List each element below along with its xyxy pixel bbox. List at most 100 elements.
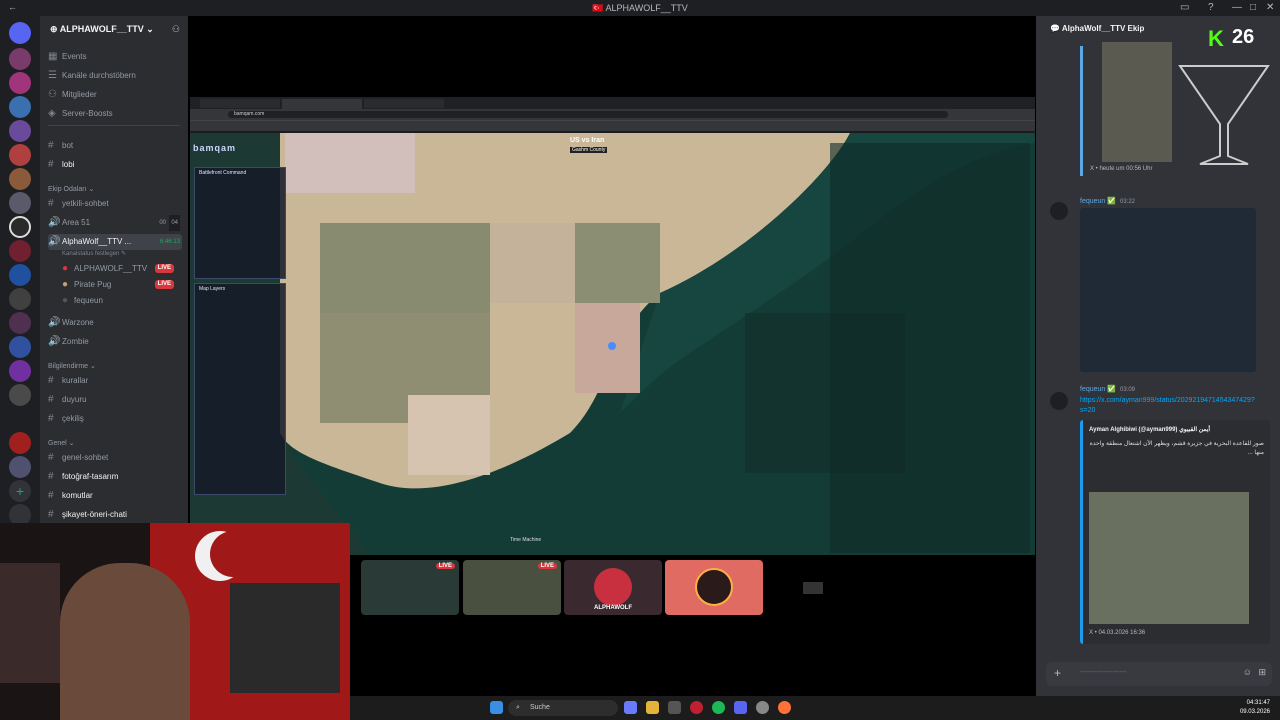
message-author[interactable]: fequeun ✅ 03:22 (1080, 197, 1135, 205)
nav-server-boosts[interactable]: ◈ Server-Boosts (48, 106, 182, 122)
channel-lobi[interactable]: # lobi (48, 157, 182, 173)
server-name-header[interactable]: ⊕ ALPHAWOLF__TTV ⌄ (50, 24, 154, 35)
browser-url-bar[interactable]: bamqam.com (190, 109, 1035, 120)
server-icon[interactable] (9, 240, 31, 262)
minimize-icon[interactable]: — (1232, 2, 1242, 13)
discord-home-icon[interactable] (9, 22, 31, 44)
voice-member[interactable]: ● Pirate Pug LIVE (62, 277, 182, 293)
voice-member[interactable]: ● ALPHAWOLF__TTV LIVE (62, 261, 182, 277)
embed-video[interactable] (1089, 492, 1249, 624)
stream-thumbnail[interactable]: LIVE (463, 560, 561, 615)
map-layers-panel[interactable]: Map Layers (194, 283, 286, 495)
nav-events[interactable]: ▦ Events (48, 49, 182, 65)
help-icon[interactable]: ? (1208, 2, 1214, 13)
inbox-icon[interactable]: ▭ (1180, 2, 1189, 13)
voice-warzone[interactable]: 🔊 Warzone (48, 315, 182, 331)
server-icon[interactable] (9, 168, 31, 190)
channel-bot[interactable]: # bot (48, 138, 182, 154)
command-panel[interactable]: Battlefront Command (194, 167, 286, 279)
site-logo[interactable]: bamqam (193, 143, 236, 153)
channel-duyuru[interactable]: # duyuru (48, 392, 182, 408)
browser-tab[interactable] (364, 99, 444, 108)
server-icon[interactable] (9, 72, 31, 94)
satellite-map[interactable]: bamqam US vs Iran Gashm County Battlefro… (190, 133, 1035, 555)
member-tile[interactable] (665, 560, 763, 615)
add-attachment-icon[interactable]: + (1054, 666, 1061, 680)
close-icon[interactable]: ✕ (1266, 2, 1274, 13)
hash-icon: # (48, 375, 54, 386)
nav-browse-channels[interactable]: ☰ Kanäle durchstöbern (48, 68, 182, 84)
taskbar-search[interactable]: ⌕ Suche (508, 700, 618, 716)
server-icon-active[interactable] (9, 216, 31, 238)
category-genel[interactable]: Genel ⌄ (48, 439, 75, 447)
map-image-attachment[interactable] (1080, 208, 1256, 372)
server-rail: + (0, 16, 40, 526)
category-bilgi[interactable]: Bilgilendirme ⌄ (48, 362, 96, 370)
channel-kurallar[interactable]: # kurallar (48, 373, 182, 389)
server-icon[interactable] (9, 96, 31, 118)
taskbar-clock[interactable]: 04:31:47 09.03.2026 (1240, 699, 1270, 717)
server-icon[interactable] (9, 384, 31, 406)
member-tile[interactable] (767, 560, 865, 615)
server-icon[interactable] (9, 408, 31, 430)
category-ekip[interactable]: Ekip Odaları ⌄ (48, 185, 94, 193)
panel-title: Map Layers (199, 286, 226, 292)
browser-tab-active[interactable] (282, 99, 362, 109)
channel-genel-sohbet[interactable]: # genel-sohbet (48, 450, 182, 466)
video-attachment[interactable] (1102, 42, 1172, 162)
channel-status[interactable]: Kanalstatus festlegen ✎ (62, 250, 126, 257)
app-icon[interactable] (756, 701, 769, 714)
channel-sikayet[interactable]: # şikayet-öneri-chati (48, 507, 182, 523)
windows-taskbar: ⌕ Suche 04:31:47 09.03.2026 (350, 696, 1280, 720)
address-field[interactable]: bamqam.com (228, 111, 948, 118)
server-icon[interactable] (9, 288, 31, 310)
time-machine-label[interactable]: Time Machine (510, 537, 541, 543)
server-icon[interactable] (9, 312, 31, 334)
embed-author[interactable]: Ayman Alghibiwi (@ayman999) أيمن القبيوي (1089, 426, 1210, 433)
message-author[interactable]: fequeun ✅ 03:09 (1080, 385, 1135, 393)
maximize-icon[interactable]: □ (1250, 2, 1256, 13)
browser-tab[interactable] (200, 99, 280, 108)
firefox-icon[interactable] (778, 701, 791, 714)
server-icon[interactable] (9, 144, 31, 166)
server-icon[interactable] (9, 120, 31, 142)
server-icon[interactable] (9, 264, 31, 286)
discord-icon[interactable] (734, 701, 747, 714)
server-icon[interactable] (9, 336, 31, 358)
message-link[interactable]: https://x.com/ayman999/status/2029219471… (1080, 396, 1258, 416)
server-icon[interactable] (9, 48, 31, 70)
voice-alphawolf-active[interactable]: 🔊 AlphaWolf__TTV ... 6:46:13 (48, 234, 182, 250)
voice-area-51[interactable]: 🔊 Area 51 00 04 (48, 215, 182, 231)
apps-icon[interactable]: ⊞ (1258, 667, 1266, 678)
add-member-icon[interactable]: ⚇ (172, 24, 180, 35)
channel-cekilis[interactable]: # çekiliş (48, 411, 182, 427)
opera-icon[interactable] (690, 701, 703, 714)
voice-member[interactable]: ● fequeun (62, 293, 182, 309)
add-server-icon[interactable]: + (9, 480, 31, 502)
start-icon[interactable] (490, 701, 503, 714)
nav-members[interactable]: ⚇ Mitglieder (48, 87, 182, 103)
channel-yetkili-sohbet[interactable]: # yetkili-sohbet (48, 196, 182, 212)
message-input[interactable]: + -------------------- ☺ ⊞ (1046, 662, 1272, 686)
explorer-icon[interactable] (646, 701, 659, 714)
tweet-embed[interactable]: Ayman Alghibiwi (@ayman999) أيمن القبيوي… (1080, 420, 1270, 644)
server-icon[interactable] (9, 432, 31, 454)
app-icon[interactable] (668, 701, 681, 714)
calendar-icon: ▦ (48, 51, 58, 62)
avatar[interactable] (1050, 392, 1068, 410)
emoji-icon[interactable]: ☺ (1243, 667, 1252, 677)
server-icon[interactable] (9, 360, 31, 382)
stream-thumbnail[interactable]: LIVE (361, 560, 459, 615)
server-icon[interactable] (9, 456, 31, 478)
taskview-icon[interactable] (624, 701, 637, 714)
shared-screen-browser[interactable]: bamqam.com bamqam US vs Iran Gashm Count… (190, 97, 1035, 555)
voice-zombie[interactable]: 🔊 Zombie (48, 334, 182, 350)
channel-fotograf[interactable]: # fotoğraf-tasarım (48, 469, 182, 485)
spotify-icon[interactable] (712, 701, 725, 714)
avatar[interactable] (1050, 202, 1068, 220)
divider (48, 125, 180, 126)
channel-komutlar[interactable]: # komutlar (48, 488, 182, 504)
window-title: 🇹🇷 ALPHAWOLF__TTV (592, 3, 688, 13)
server-icon[interactable] (9, 192, 31, 214)
member-tile[interactable]: ALPHAWOLF (564, 560, 662, 615)
